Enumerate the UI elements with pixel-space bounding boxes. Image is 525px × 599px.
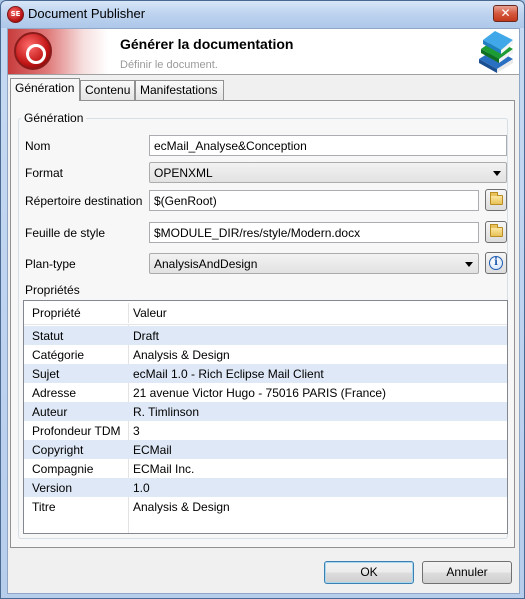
window-title: Document Publisher <box>28 6 146 21</box>
table-header: Propriété Valeur <box>24 301 507 325</box>
table-row[interactable]: Profondeur TDM 3 <box>24 421 507 440</box>
folder-icon <box>490 224 503 237</box>
table-row[interactable]: Adresse 21 avenue Victor Hugo - 75016 PA… <box>24 383 507 402</box>
banner-subtitle: Définir le document. <box>120 59 218 71</box>
dialog-window: SE Document Publisher ✕ Générer la docum… <box>0 0 525 599</box>
dialog-client-area: Générer la documentation Définir le docu… <box>7 28 520 594</box>
stylesheet-label: Feuille de style <box>25 226 106 240</box>
destination-label: Répertoire destination <box>25 194 143 208</box>
format-select[interactable]: OPENXML <box>149 162 507 183</box>
tab-panel-generation: Génération Nom ecMail_Analyse&Conception… <box>10 100 515 548</box>
modelio-logo-icon <box>8 29 108 74</box>
properties-table[interactable]: Propriété Valeur Statut Draft Catégorie … <box>23 300 508 534</box>
properties-label: Propriétés <box>25 283 80 297</box>
tab-contenu[interactable]: Contenu <box>80 80 135 100</box>
table-row[interactable]: Version 1.0 <box>24 478 507 497</box>
table-row[interactable]: Titre Analysis & Design <box>24 497 507 516</box>
tab-generation[interactable]: Génération <box>10 78 80 101</box>
name-field[interactable]: ecMail_Analyse&Conception <box>149 135 507 156</box>
plan-info-button[interactable]: i <box>485 252 507 274</box>
table-row[interactable]: Copyright ECMail <box>24 440 507 459</box>
format-label: Format <box>25 166 64 180</box>
stylesheet-field[interactable]: $MODULE_DIR/res/style/Modern.docx <box>149 222 479 243</box>
column-header-property[interactable]: Propriété <box>32 306 81 320</box>
format-select-value: OPENXML <box>154 166 213 180</box>
table-row[interactable]: Statut Draft <box>24 326 507 345</box>
tab-manifestations[interactable]: Manifestations <box>135 80 224 100</box>
folder-icon <box>490 192 503 205</box>
cancel-button[interactable]: Annuler <box>422 561 512 584</box>
books-icon <box>479 31 513 73</box>
ok-button[interactable]: OK <box>324 561 414 584</box>
column-header-value[interactable]: Valeur <box>133 306 167 320</box>
table-row[interactable]: Catégorie Analysis & Design <box>24 345 507 364</box>
table-row[interactable]: Sujet ecMail 1.0 - Rich Eclipse Mail Cli… <box>24 364 507 383</box>
title-bar[interactable]: SE Document Publisher ✕ <box>1 1 524 28</box>
destination-field[interactable]: $(GenRoot) <box>149 190 479 211</box>
plan-select-value: AnalysisAndDesign <box>154 257 258 271</box>
group-legend: Génération <box>21 111 87 125</box>
app-icon: SE <box>7 6 24 23</box>
close-button[interactable]: ✕ <box>493 5 518 22</box>
chevron-down-icon <box>493 171 501 176</box>
browse-destination-button[interactable] <box>485 189 507 211</box>
plan-label: Plan-type <box>25 257 76 271</box>
table-row[interactable]: Auteur R. Timlinson <box>24 402 507 421</box>
name-label: Nom <box>25 139 51 153</box>
banner-title: Générer la documentation <box>120 36 294 52</box>
chevron-down-icon <box>465 262 473 267</box>
header-banner: Générer la documentation Définir le docu… <box>8 29 519 75</box>
plan-select[interactable]: AnalysisAndDesign <box>149 253 479 274</box>
info-icon: i <box>489 256 503 270</box>
browse-stylesheet-button[interactable] <box>485 221 507 243</box>
table-row[interactable]: Compagnie ECMail Inc. <box>24 459 507 478</box>
